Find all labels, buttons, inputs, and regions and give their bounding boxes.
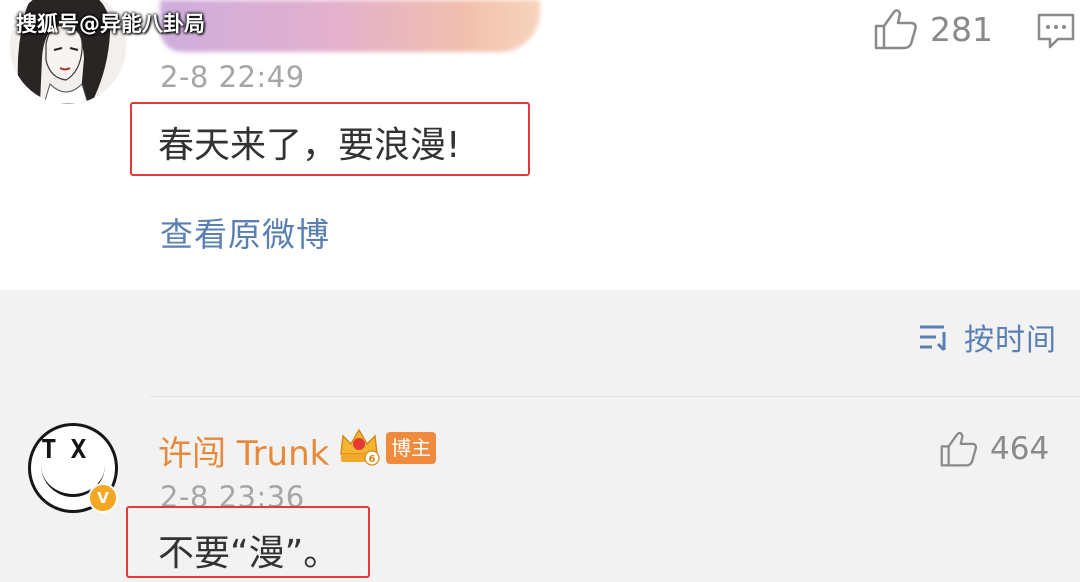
crown-level: 6 [369, 454, 376, 465]
like-button[interactable]: 281 [874, 8, 993, 50]
decorative-banner [160, 0, 540, 52]
like-button[interactable]: 464 [940, 430, 1049, 468]
crown-icon: 6 [338, 424, 380, 466]
watermark: 搜狐号@异能八卦局 [16, 12, 205, 36]
comment-text: 春天来了，要浪漫! [158, 125, 461, 166]
reply-button[interactable] [1036, 12, 1076, 54]
sort-toggle[interactable]: 按时间 [918, 315, 1057, 359]
sort-label: 按时间 [964, 323, 1057, 358]
comment-time: 2-8 22:49 [160, 60, 305, 94]
thumbs-up-icon [874, 9, 917, 50]
thumbs-up-icon [940, 431, 978, 467]
like-count: 281 [930, 9, 993, 49]
comment-text: 不要“漫”。 [158, 533, 340, 574]
divider [150, 396, 1080, 397]
author-tag: 博主 [386, 432, 436, 464]
username[interactable]: 许闯 Trunk [158, 426, 329, 475]
like-count: 464 [990, 431, 1050, 467]
view-original-link[interactable]: 查看原微博 [160, 208, 330, 256]
sort-icon [920, 325, 946, 352]
comment-icon [1037, 13, 1075, 49]
verified-icon: V [88, 483, 118, 513]
